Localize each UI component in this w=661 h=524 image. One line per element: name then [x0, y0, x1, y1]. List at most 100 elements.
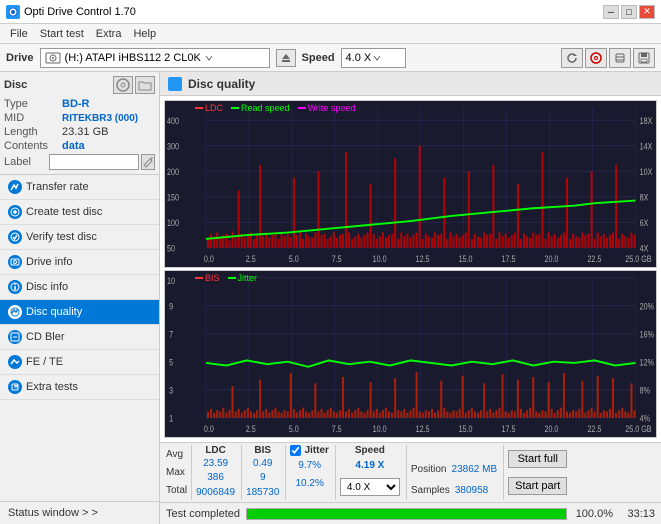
svg-text:10.0: 10.0 [373, 254, 387, 264]
svg-text:17.5: 17.5 [502, 254, 516, 264]
jitter-dot [228, 277, 236, 279]
write-speed-dot [298, 107, 306, 109]
chart1-legend: LDC Read speed Write speed [195, 103, 355, 113]
svg-text:20.0: 20.0 [545, 424, 559, 434]
eject-button[interactable] [276, 49, 296, 67]
speed-label: Speed [302, 52, 335, 64]
svg-text:7.5: 7.5 [332, 254, 342, 264]
write-speed-label: Write speed [308, 103, 356, 113]
disc-label-input[interactable] [49, 154, 139, 170]
ldc-stats-col: LDC 23.59 386 9006849 [191, 445, 239, 500]
svg-text:6X: 6X [640, 218, 649, 228]
read-speed-dot [231, 107, 239, 109]
jitter-label-legend: Jitter [238, 273, 258, 283]
bis-legend-item: BIS [195, 273, 220, 283]
svg-text:17.5: 17.5 [502, 424, 516, 434]
svg-text:20%: 20% [640, 302, 654, 312]
max-row-label: Max [166, 467, 187, 478]
svg-text:10.0: 10.0 [373, 424, 387, 434]
speed-stats-header: Speed [355, 445, 385, 456]
minimize-button[interactable]: ─ [603, 5, 619, 19]
svg-text:400: 400 [167, 116, 179, 126]
sidebar-item-disc-quality[interactable]: Disc quality [0, 300, 159, 325]
disc-icons [113, 76, 155, 94]
save-button[interactable] [633, 48, 655, 68]
disc-small-icon[interactable] [113, 76, 133, 94]
svg-text:150: 150 [167, 193, 179, 203]
svg-text:300: 300 [167, 142, 179, 152]
extra-tests-icon [8, 380, 22, 394]
svg-text:25.0 GB: 25.0 GB [625, 254, 651, 264]
jitter-stats-values: 9.7% 10.2% [295, 456, 323, 500]
avg-speed-value: 4.19 X [355, 460, 384, 471]
svg-text:4%: 4% [640, 414, 650, 424]
speed-dropdown-select[interactable]: 4.0 X 2.0 X 8.0 X [340, 478, 400, 496]
disc-info-label: Disc info [26, 281, 68, 293]
svg-text:16%: 16% [640, 330, 654, 340]
disc-quality-header-icon [168, 77, 182, 91]
svg-text:12%: 12% [640, 358, 654, 368]
svg-text:4X: 4X [640, 244, 649, 254]
sidebar-item-disc-info[interactable]: Disc info [0, 275, 159, 300]
drive-select[interactable]: (H:) ATAPI iHBS112 2 CL0K [40, 48, 270, 68]
settings-button[interactable] [609, 48, 631, 68]
start-part-button[interactable]: Start part [508, 477, 567, 495]
ldc-stats-values: 23.59 386 9006849 [196, 456, 235, 500]
status-window-button[interactable]: Status window > > [0, 501, 159, 524]
svg-text:5.0: 5.0 [289, 424, 299, 434]
fe-te-label: FE / TE [26, 356, 63, 368]
ldc-label: LDC [205, 103, 223, 113]
bis-chart: BIS Jitter [164, 270, 657, 438]
speed-select[interactable]: 4.0 X [341, 48, 406, 68]
disc-contents-value: data [62, 140, 85, 152]
disc-button[interactable] [585, 48, 607, 68]
jitter-checkbox[interactable] [290, 445, 301, 456]
disc-label-row: Label [4, 154, 155, 170]
bis-dot [195, 277, 203, 279]
menu-file[interactable]: File [4, 27, 34, 41]
close-button[interactable]: ✕ [639, 5, 655, 19]
samples-value: 380958 [455, 485, 488, 496]
disc-image-icon [116, 78, 130, 92]
maximize-button[interactable]: □ [621, 5, 637, 19]
read-speed-legend-item: Read speed [231, 103, 290, 113]
disc-mid-value: RITEKBR3 (000) [62, 113, 138, 124]
menu-extra[interactable]: Extra [90, 27, 128, 41]
disc-quality-header: Disc quality [160, 72, 661, 96]
disc-label-button[interactable] [141, 154, 155, 170]
disc-browse-icon[interactable] [135, 76, 155, 94]
sidebar-item-transfer-rate[interactable]: Transfer rate [0, 175, 159, 200]
cd-bler-label: CD Bler [26, 331, 65, 343]
sidebar-item-fe-te[interactable]: FE / TE [0, 350, 159, 375]
drive-icon [45, 50, 61, 66]
svg-text:8X: 8X [640, 193, 649, 203]
menu-start-test[interactable]: Start test [34, 27, 90, 41]
sidebar-item-verify-test-disc[interactable]: Verify test disc [0, 225, 159, 250]
disc-mid-label: MID [4, 112, 62, 124]
status-text: Test completed [166, 508, 240, 520]
sidebar-item-create-test-disc[interactable]: Create test disc [0, 200, 159, 225]
toolbar-icons [561, 48, 655, 68]
refresh-button[interactable] [561, 48, 583, 68]
status-window-label: Status window > > [8, 507, 98, 519]
disc-label-label: Label [4, 156, 49, 168]
svg-text:200: 200 [167, 167, 179, 177]
disc-length-label: Length [4, 126, 62, 138]
progress-bar-fill [247, 509, 566, 519]
menu-help[interactable]: Help [127, 27, 162, 41]
create-test-disc-icon [8, 205, 22, 219]
svg-text:7: 7 [169, 330, 173, 340]
disc-section-title: Disc [4, 79, 27, 91]
chevron-down-icon [205, 54, 213, 62]
disc-info-icon [8, 280, 22, 294]
jitter-stats-header: Jitter [304, 445, 328, 456]
svg-text:10X: 10X [640, 167, 653, 177]
svg-text:20.0: 20.0 [545, 254, 559, 264]
bis-stats-header: BIS [254, 445, 271, 456]
start-full-button[interactable]: Start full [508, 450, 567, 468]
sidebar-item-extra-tests[interactable]: Extra tests [0, 375, 159, 400]
svg-text:22.5: 22.5 [587, 254, 601, 264]
transfer-rate-label: Transfer rate [26, 181, 89, 193]
sidebar-item-cd-bler[interactable]: CD Bler [0, 325, 159, 350]
sidebar-item-drive-info[interactable]: Drive info [0, 250, 159, 275]
